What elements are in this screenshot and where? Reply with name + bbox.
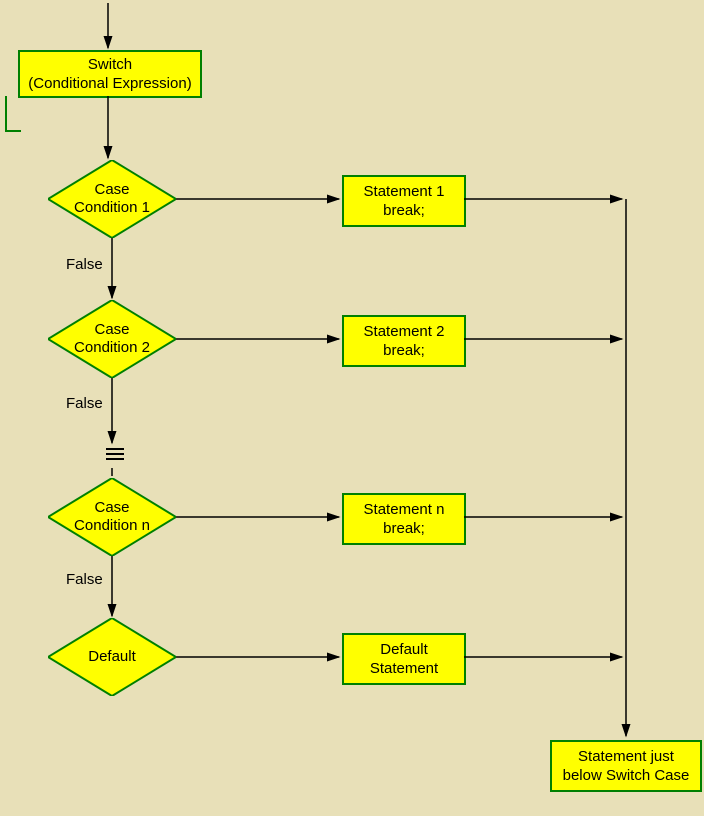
default-stmt-box: Default Statement bbox=[342, 633, 466, 685]
case2-diamond: Case Condition 2 bbox=[48, 300, 176, 378]
ellipsis-icon bbox=[106, 448, 124, 460]
casen-title1: Case bbox=[94, 499, 129, 516]
stmt2-box: Statement 2 break; bbox=[342, 315, 466, 367]
case2-title2: Condition 2 bbox=[74, 339, 150, 356]
stmt1-line2: break; bbox=[383, 201, 425, 221]
case1-diamond: Case Condition 1 bbox=[48, 160, 176, 238]
stmt1-line1: Statement 1 bbox=[364, 182, 445, 202]
stmt1-box: Statement 1 break; bbox=[342, 175, 466, 227]
stmt2-line2: break; bbox=[383, 341, 425, 361]
stmt2-line1: Statement 2 bbox=[364, 322, 445, 342]
casen-title2: Condition n bbox=[74, 517, 150, 534]
switch-line2: (Conditional Expression) bbox=[28, 74, 191, 94]
falsen-label: False bbox=[66, 571, 103, 588]
default-stmt2: Statement bbox=[370, 659, 438, 679]
case2-title1: Case bbox=[94, 321, 129, 338]
case1-title1: Case bbox=[94, 181, 129, 198]
switch-box: Switch (Conditional Expression) bbox=[18, 50, 202, 98]
false1-label: False bbox=[66, 256, 103, 273]
default-title: Default bbox=[88, 648, 136, 665]
stmtn-line2: break; bbox=[383, 519, 425, 539]
final-box: Statement just below Switch Case bbox=[550, 740, 702, 792]
casen-diamond: Case Condition n bbox=[48, 478, 176, 556]
case1-title2: Condition 1 bbox=[74, 199, 150, 216]
stmtn-line1: Statement n bbox=[364, 500, 445, 520]
switch-line1: Switch bbox=[88, 55, 132, 75]
default-stmt1: Default bbox=[380, 640, 428, 660]
final-line1: Statement just bbox=[578, 747, 674, 767]
stmtn-box: Statement n break; bbox=[342, 493, 466, 545]
false2-label: False bbox=[66, 395, 103, 412]
green-tick bbox=[5, 96, 21, 132]
default-diamond: Default bbox=[48, 618, 176, 696]
final-line2: below Switch Case bbox=[563, 766, 690, 786]
